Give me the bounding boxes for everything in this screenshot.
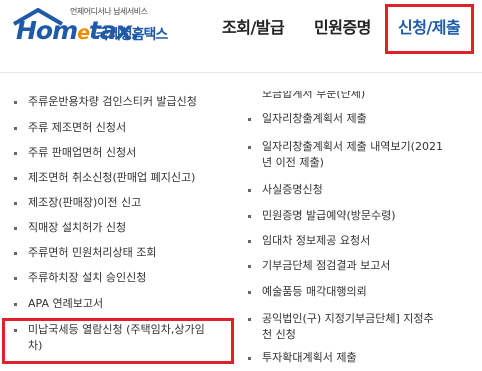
list-item[interactable]: 예술품등 매각대행의뢰 (248, 284, 367, 300)
bullet-icon (248, 146, 251, 149)
list-item[interactable]: 주류하치장 설치 승인신청 (14, 270, 146, 286)
bullet-icon (14, 277, 17, 280)
nav-civil-certificate[interactable]: 민원증명 (314, 14, 371, 38)
list-item[interactable]: 공익법인(구) 지정기부금단체] 지정추 (248, 311, 434, 327)
list-item[interactable]: 제조장(판매장)이전 신고 (14, 195, 141, 211)
list-item[interactable]: 주류면허 민원처리상태 조회 (14, 245, 156, 261)
list-item[interactable]: 민원증명 발급예약(방문수령) (248, 208, 396, 224)
bullet-icon (248, 93, 251, 96)
bullet-icon (14, 152, 17, 155)
list-item[interactable]: 제조면허 취소신청(판매업 폐지신고) (14, 170, 195, 186)
header: 언제어디서나 납세서비스 Hometax. 국세청홈택스 조회/발급 민원증명 … (0, 0, 482, 72)
list-item[interactable]: 일자리창출계획서 제출 (248, 111, 367, 127)
bullet-icon (248, 189, 251, 192)
bullet-icon (14, 227, 17, 230)
list-item[interactable]: 임대차 정보제공 요청서 (248, 233, 370, 249)
list-item[interactable]: 주류 제조면허 신청서 (14, 120, 126, 136)
bullet-icon (248, 240, 251, 243)
bullet-icon (248, 118, 251, 121)
bullet-icon (248, 291, 251, 294)
bullet-icon (248, 215, 251, 218)
bullet-icon (14, 101, 17, 104)
hometax-logo[interactable]: 언제어디서나 납세서비스 Hometax. 국세청홈택스 (12, 6, 192, 50)
bullet-icon (14, 127, 17, 130)
list-item[interactable]: 모금합계서 부문(단체) (262, 91, 365, 102)
list-item[interactable]: 천 신청 (262, 327, 296, 343)
highlight-box (2, 318, 234, 364)
nav-query-issue[interactable]: 조회/발급 (222, 14, 285, 38)
list-item[interactable]: 투자확대계획서 제출 (248, 350, 357, 366)
bullet-icon (248, 318, 251, 321)
bullet-icon (14, 202, 17, 205)
list-item[interactable]: APA 연례보고서 (14, 296, 103, 312)
bullet-icon (14, 303, 17, 306)
bullet-icon (14, 252, 17, 255)
list-item[interactable]: 년 이전 제출) (262, 155, 324, 171)
list-item[interactable]: 주류운반용차량 검인스티커 발급신청 (14, 94, 197, 110)
list-item[interactable]: 직매장 설치허가 신청 (14, 220, 126, 236)
logo-name-kr: 국세청홈택스 (96, 27, 168, 43)
list-item[interactable]: 기부금단체 점검결과 보고서 (248, 258, 390, 274)
bullet-icon (248, 357, 251, 360)
active-menu-highlight (385, 4, 474, 54)
header-divider (0, 72, 482, 73)
bullet-icon (14, 177, 17, 180)
bullet-icon (248, 265, 251, 268)
list-item[interactable]: 주류 판매업면허 신청서 (14, 145, 136, 161)
list-item[interactable]: 일자리창출계획서 제출 내역보기(2021 (248, 139, 443, 155)
list-item[interactable]: 사실증명신청 (248, 182, 323, 198)
